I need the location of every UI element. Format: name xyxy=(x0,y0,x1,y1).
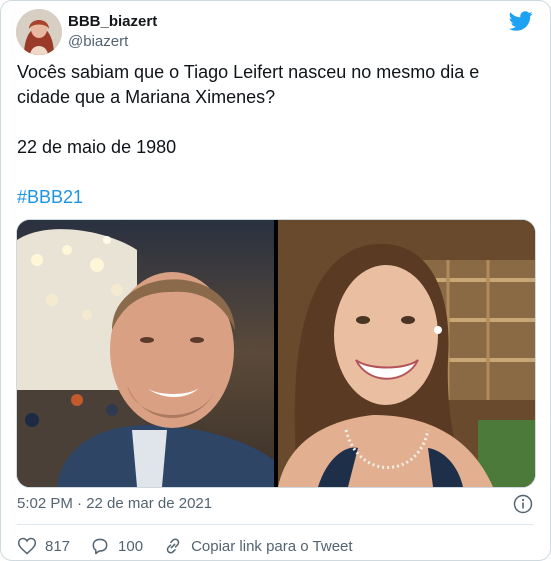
tweet-timestamp[interactable]: 5:02 PM · 22 de mar de 2021 xyxy=(17,495,212,512)
info-icon[interactable] xyxy=(513,494,533,514)
media-grid[interactable] xyxy=(16,219,536,488)
tweet-text-line1: Vocês sabiam que o Tiago Leifert nasceu … xyxy=(17,62,480,107)
divider xyxy=(17,524,534,525)
tweet-text-line2: 22 de maio de 1980 xyxy=(17,137,177,157)
tweet-text: Vocês sabiam que o Tiago Leifert nasceu … xyxy=(17,60,537,210)
display-name[interactable]: BBB_biazert xyxy=(68,13,157,30)
reply-bubble-icon xyxy=(92,538,108,555)
hashtag-link[interactable]: #BBB21 xyxy=(17,187,83,207)
reply-button[interactable]: 100 xyxy=(90,536,143,556)
photo-man-at-carnival[interactable] xyxy=(17,220,274,487)
avatar[interactable] xyxy=(16,9,62,55)
tweet-actions: 817 100 Copiar link para o Tweet xyxy=(17,533,373,559)
copy-link-label: Copiar link para o Tweet xyxy=(191,537,353,555)
likes-count: 817 xyxy=(45,537,71,555)
user-handle[interactable]: @biazert xyxy=(68,33,128,50)
like-button[interactable]: 817 xyxy=(17,536,70,556)
photo-woman-smiling[interactable] xyxy=(278,220,535,487)
tweet-card: BBB_biazert @biazert Vocês sabiam que o … xyxy=(0,0,551,561)
replies-count: 100 xyxy=(118,537,144,555)
twitter-bird-icon[interactable] xyxy=(509,9,533,33)
copy-link-button[interactable]: Copiar link para o Tweet xyxy=(163,536,353,556)
heart-icon xyxy=(17,537,37,555)
link-icon xyxy=(166,538,180,554)
